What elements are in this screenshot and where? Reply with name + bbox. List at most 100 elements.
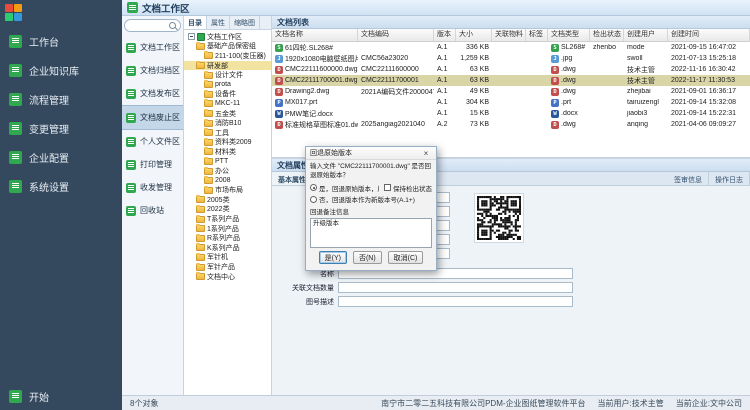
doc-created: 2021-09-14 15:32:08: [668, 99, 750, 106]
tree-node[interactable]: 军针机: [184, 253, 271, 263]
keep-checkout-checkbox[interactable]: [384, 184, 391, 191]
workspace-nav-item[interactable]: 回收站: [122, 199, 183, 222]
tree-node[interactable]: PTT: [184, 157, 271, 167]
workspace-nav-item[interactable]: 打印管理: [122, 153, 183, 176]
tree-node[interactable]: 办公: [184, 166, 271, 176]
tree-node[interactable]: K系列产品: [184, 243, 271, 253]
tree-node[interactable]: 2005类: [184, 195, 271, 205]
props-tab[interactable]: 签审信息: [668, 172, 709, 185]
tree-node[interactable]: 2008: [184, 176, 271, 186]
tree-node[interactable]: T系列产品: [184, 214, 271, 224]
tree-node[interactable]: 设备件: [184, 90, 271, 100]
sidebar-item[interactable]: 工作台: [0, 27, 122, 56]
sidebar-item[interactable]: 流程管理: [0, 85, 122, 114]
tree-node[interactable]: 研发部: [184, 61, 271, 71]
radio-rollback-no[interactable]: [310, 196, 317, 203]
column-header[interactable]: 创建用户: [624, 29, 668, 41]
tree-node-label: prota: [215, 81, 231, 88]
tree-node[interactable]: 材料类: [184, 147, 271, 157]
folder-icon: [204, 187, 213, 194]
folder-icon: [196, 225, 205, 232]
tree-node[interactable]: 文档中心: [184, 272, 271, 282]
doc-row[interactable]: W PMW笔记.docx A.1 15 KB W .doc: [272, 108, 750, 119]
column-header[interactable]: 检出状态: [590, 29, 624, 41]
tree-node[interactable]: 市场布局: [184, 186, 271, 196]
dialog-titlebar[interactable]: 回退原始版本 ×: [306, 147, 436, 160]
workspace-nav-item[interactable]: 文档发布区: [122, 82, 183, 105]
rollback-note-input[interactable]: 升级版本: [310, 218, 432, 248]
field-value-input[interactable]: [338, 296, 573, 307]
folder-icon: [196, 206, 205, 213]
radio-rollback-yes[interactable]: [310, 184, 317, 191]
sidebar-item[interactable]: 系统设置: [0, 172, 122, 201]
rollback-note-label: 回退备注信息: [310, 206, 432, 216]
folder-icon: [204, 129, 213, 136]
tree-tab[interactable]: 目录: [184, 16, 207, 29]
tree-tab-label: 缩略图: [234, 20, 255, 27]
tree-node[interactable]: 设计文件: [184, 70, 271, 80]
tree-node[interactable]: 军针产品: [184, 262, 271, 272]
workspace-nav-item[interactable]: 收发管理: [122, 176, 183, 199]
doc-creator: swoll: [624, 55, 668, 62]
sidebar-item[interactable]: 变更管理: [0, 114, 122, 143]
tree-node-label: 工具: [215, 128, 229, 138]
doc-row[interactable]: J 1920x1080电脑壁纸图片(1)(1).jpg CMC56a23020 …: [272, 53, 750, 64]
workspace-nav-item[interactable]: 文档废止区: [122, 105, 183, 130]
field-value-input[interactable]: [338, 282, 573, 293]
doc-type-cell: D .dwg: [548, 66, 590, 74]
tree-node[interactable]: 资料类2009: [184, 138, 271, 148]
doc-row[interactable]: D Drawing2.dwg 2021A编码文件2000047 A.1 49 K…: [272, 86, 750, 97]
sidebar-item[interactable]: 企业知识库: [0, 56, 122, 85]
tree-node[interactable]: prota: [184, 80, 271, 90]
collapse-icon[interactable]: [188, 33, 195, 40]
doc-row[interactable]: D CMC22111700001.dwg CMC22111700001 A.1 …: [272, 75, 750, 86]
doc-type: .dwg: [561, 88, 576, 95]
start-button[interactable]: 开始: [0, 382, 122, 410]
workspace-icon: [126, 137, 136, 147]
file-type-icon: P: [275, 99, 283, 107]
tree-node[interactable]: MKC-11: [184, 99, 271, 109]
tree-node[interactable]: 工具: [184, 128, 271, 138]
tree-node[interactable]: 2022类: [184, 205, 271, 215]
close-icon[interactable]: ×: [420, 149, 432, 158]
tree-node[interactable]: 文档工作区: [184, 32, 271, 42]
no-button[interactable]: 否(N): [353, 251, 382, 264]
doc-row[interactable]: D CMC22111600000.dwg CMC22111600000 A.1 …: [272, 64, 750, 75]
column-header[interactable]: 文档类型: [548, 29, 590, 41]
column-header[interactable]: 文档名称: [272, 29, 358, 41]
doc-list-title: 文档列表: [277, 17, 309, 28]
tree-node[interactable]: 五金类: [184, 109, 271, 119]
doc-row[interactable]: P MX017.prt A.1 304 KB P .prt: [272, 97, 750, 108]
folder-icon: [204, 120, 213, 127]
workspace-nav-item[interactable]: 个人文件区: [122, 130, 183, 153]
workspace-nav-item[interactable]: 文档工作区: [122, 36, 183, 59]
tree-node[interactable]: 基础产品保密组: [184, 42, 271, 52]
doc-created: 2021-04-06 09:09:27: [668, 121, 750, 128]
tree-node-label: MKC-11: [215, 100, 240, 107]
tree-node[interactable]: 1系列产品: [184, 224, 271, 234]
doc-name-cell: J 1920x1080电脑壁纸图片(1)(1).jpg: [272, 54, 358, 64]
workspace-nav-item[interactable]: 文档归档区: [122, 59, 183, 82]
doc-created: 2021-09-14 15:22:31: [668, 110, 750, 117]
tree-tab[interactable]: 属性: [207, 16, 230, 29]
column-header[interactable]: 创建时间: [668, 29, 750, 41]
search-input[interactable]: [124, 19, 181, 32]
column-header[interactable]: 标签: [526, 29, 548, 41]
props-tab[interactable]: 操作日志: [709, 172, 750, 185]
doc-size: 49 KB: [456, 88, 492, 95]
doc-row[interactable]: D 标准规格草图标准01.dwg 2025angiag2021040 A.2 7…: [272, 119, 750, 130]
cancel-button[interactable]: 取消(C): [388, 251, 424, 264]
yes-button[interactable]: 是(Y): [319, 251, 347, 264]
column-header[interactable]: 文档编码: [358, 29, 434, 41]
sidebar-item[interactable]: 企业配置: [0, 143, 122, 172]
column-header[interactable]: 关联物料: [492, 29, 526, 41]
column-header[interactable]: 版本: [434, 29, 456, 41]
tree-node[interactable]: 消防B10: [184, 118, 271, 128]
column-header[interactable]: 大小: [456, 29, 492, 41]
start-icon: [9, 390, 22, 403]
status-bar: 8个对象 南宁市二零二五科技有限公司PDM-企业图纸管理软件平台 当前用户:技术…: [122, 395, 750, 410]
tree-node[interactable]: 211-100(变压器): [184, 51, 271, 61]
tree-node[interactable]: R系列产品: [184, 233, 271, 243]
tree-tab[interactable]: 缩略图: [230, 16, 260, 29]
doc-row[interactable]: S 61四轮.SL268# A.1 336 KB S SL: [272, 42, 750, 53]
